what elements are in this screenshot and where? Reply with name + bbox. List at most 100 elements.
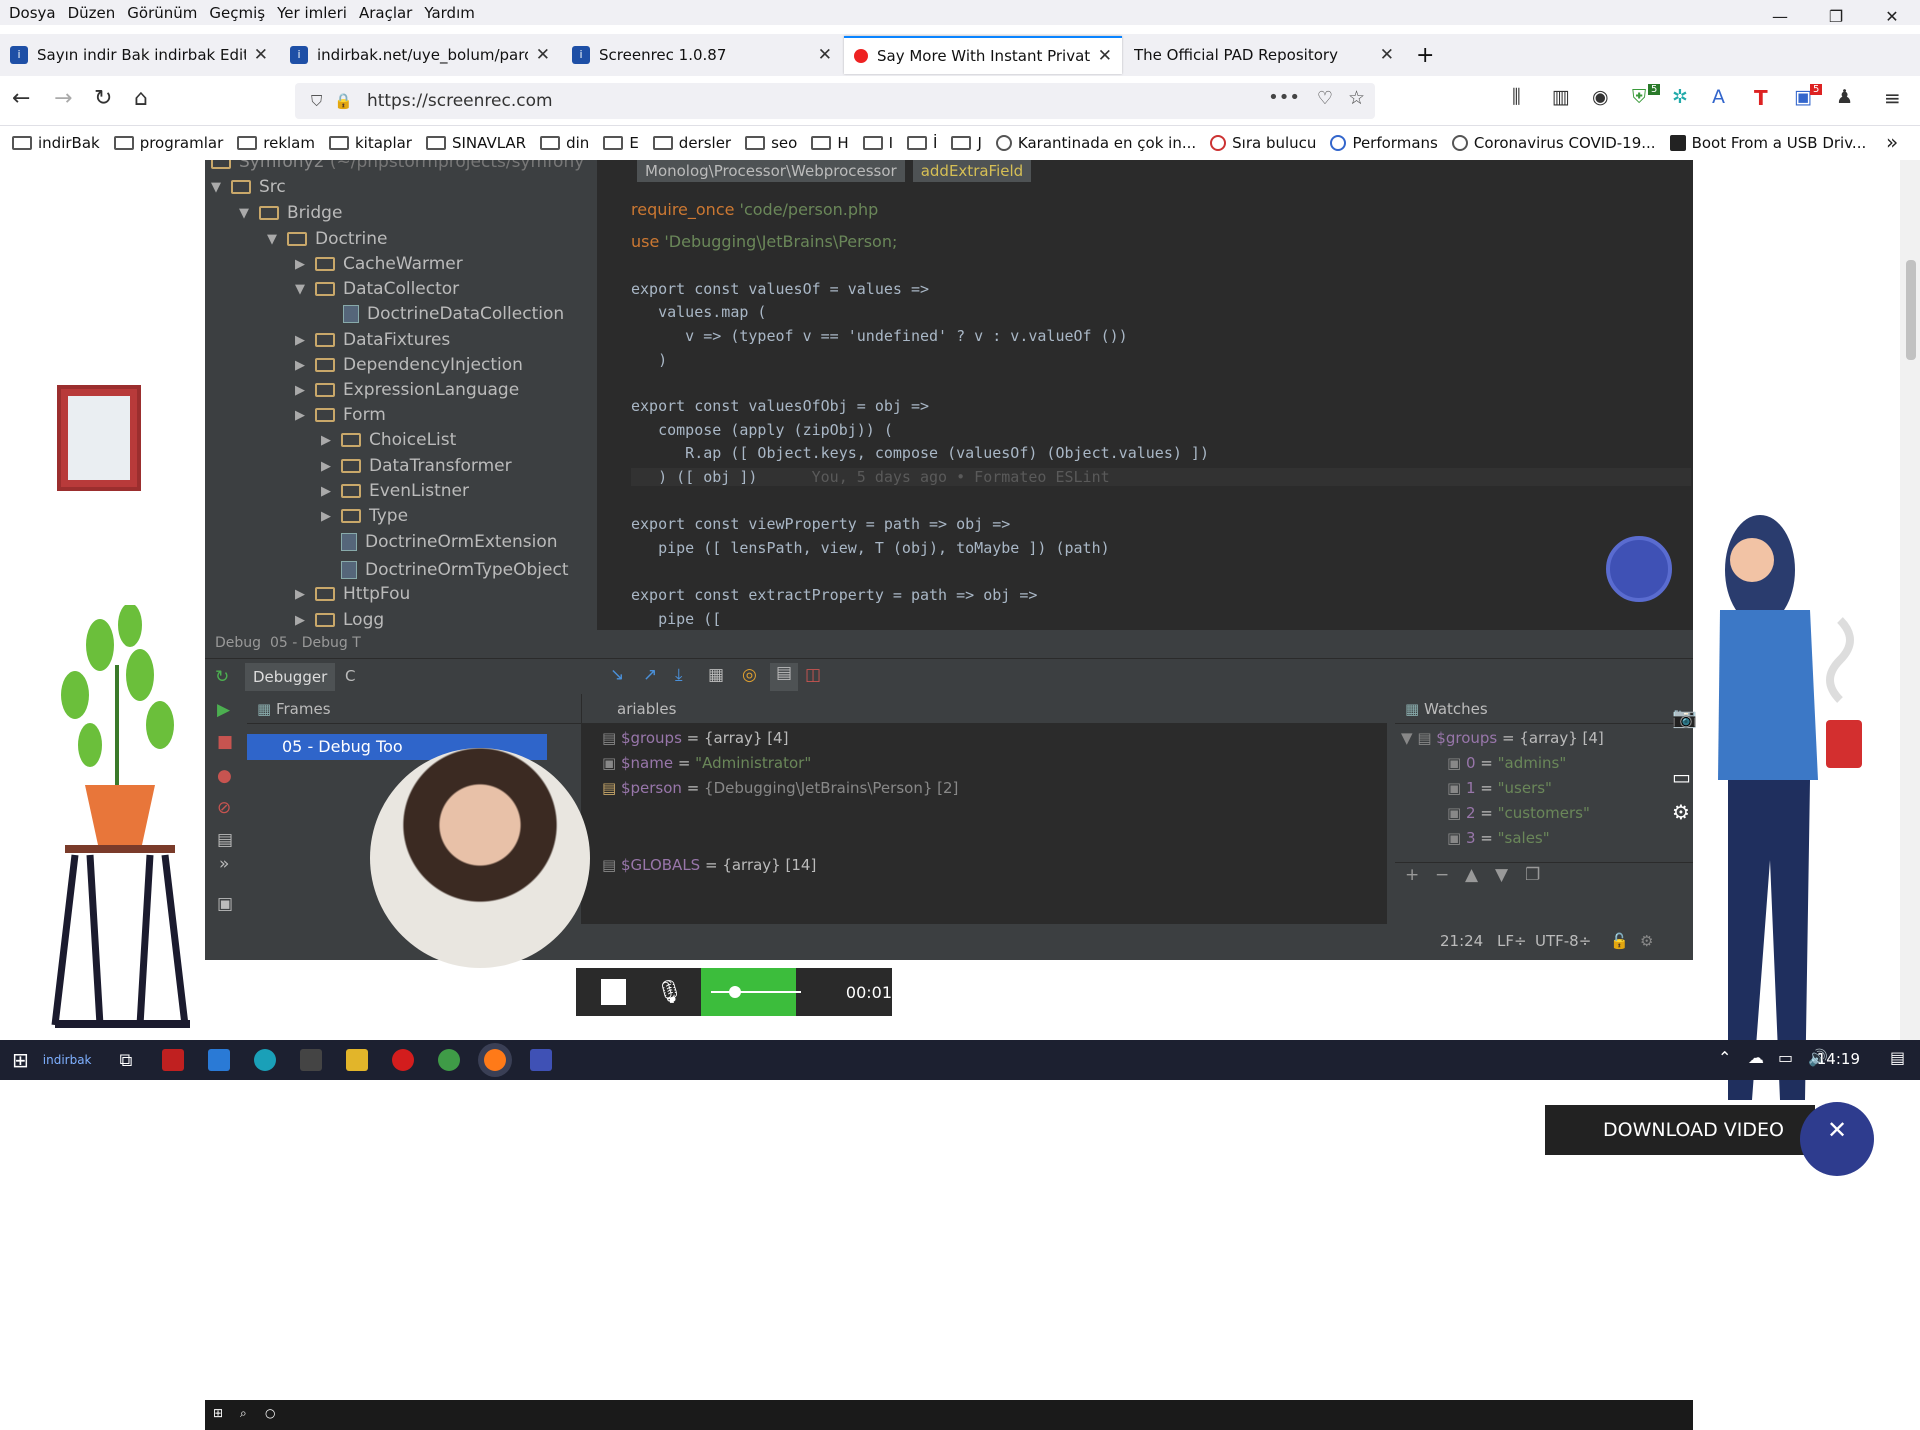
menu-view[interactable]: Görünüm [127,4,197,22]
bookmark-link[interactable]: Sıra bulucu [1210,134,1316,152]
variable-row[interactable]: ▤ $groups = {array} [4] [602,729,788,747]
sidebar-icon[interactable]: ▥ [1552,86,1570,108]
download-video-button[interactable]: DOWNLOAD VIDEO [1545,1105,1815,1155]
close-window-icon[interactable]: ✕ [1864,0,1920,34]
variable-row[interactable]: ▤ $GLOBALS = {array} [14] [602,856,816,874]
bookmark-folder[interactable]: kitaplar [329,134,412,152]
watch-icon[interactable]: ◎ [742,665,757,685]
tree-item[interactable]: ▶ DataFixtures [295,330,450,350]
close-download-icon[interactable]: ✕ [1800,1102,1874,1176]
layout-icon[interactable]: ▤ [217,830,233,850]
tree-item[interactable]: ▶ HttpFou [295,584,410,604]
menu-help[interactable]: Yardım [424,4,475,22]
restore-layout-icon[interactable]: ◫ [805,665,821,685]
watch-root[interactable]: ▼ ▤ $groups = {array} [4] [1401,729,1604,747]
bookmark-folder[interactable]: reklam [237,134,315,152]
mute-breakpoints-icon[interactable]: ⊘ [217,798,231,818]
rerun-icon[interactable]: ↻ [215,667,229,687]
tab-debugger[interactable]: Debugger [245,663,336,691]
library-icon[interactable]: ⫼ [1512,86,1521,108]
tray-chevron-icon[interactable]: ⌃ [1718,1048,1731,1067]
reload-icon[interactable]: ↻ [94,86,112,111]
evaluate-icon[interactable]: ▦ [708,665,724,685]
screenrec-logo[interactable] [1606,536,1672,602]
panel-icon[interactable]: ▣ [217,894,233,914]
move-down-icon[interactable]: ▼ [1495,865,1508,885]
bookmark-folder[interactable]: indirBak [12,134,100,152]
camera-icon[interactable]: 📷 [1672,705,1697,729]
tab-indirbak-editor[interactable]: i Sayın indir Bak indirbak Editör ✕ [0,36,278,74]
address-bar[interactable]: ⛉ 🔒 https://screenrec.com ••• ♡ ☆ [295,83,1375,119]
tree-root[interactable]: Symfony2 (~/phpstormprojects/symfony [211,160,584,172]
vcs-icon[interactable]: ⚙ [1640,932,1653,950]
store-icon[interactable] [300,1049,323,1071]
tab-screenrec[interactable]: i Screenrec 1.0.87 ✕ [562,36,842,74]
variable-row[interactable]: ▤ $person = {Debugging\JetBrains\Person}… [602,779,958,797]
menu-bookmarks[interactable]: Yer imleri [277,4,347,22]
bookmark-star-icon[interactable]: ☆ [1348,87,1365,109]
mail-icon[interactable] [208,1049,231,1071]
microphone-icon[interactable]: 🎙 [656,980,684,1005]
add-watch-icon[interactable]: + [1405,865,1419,885]
new-tab-button[interactable]: + [1406,36,1446,74]
bookmark-link[interactable]: Boot From a USB Driv... [1669,134,1866,152]
back-icon[interactable]: ← [12,86,30,111]
shield-extension-icon[interactable]: ⛨ [1632,86,1646,108]
tab-indirbak-uye[interactable]: i indirbak.net/uye_bolum/pardus ✕ [280,36,560,74]
close-tab-icon[interactable]: ✕ [818,45,832,65]
firefox-icon[interactable] [484,1049,507,1071]
hamburger-menu-icon[interactable]: ≡ [1884,86,1901,110]
resume-icon[interactable]: ▶ [217,700,230,720]
tree-item[interactable]: ▼ Doctrine [267,229,387,249]
windows-start-icon[interactable]: ⊞ [12,1048,29,1072]
bookmark-link[interactable]: Karantinada en çok in... [995,134,1196,152]
account-icon[interactable]: ◉ [1592,86,1609,108]
scrollbar-thumb[interactable] [1906,260,1916,360]
menu-history[interactable]: Geçmiş [209,4,265,22]
bookmark-folder[interactable]: seo [745,134,797,152]
page-actions-icon[interactable]: ••• [1268,87,1300,108]
watch-item[interactable]: ▣ 3 = "sales" [1447,829,1550,847]
page-scrollbar[interactable] [1900,160,1920,1040]
tree-item[interactable]: DoctrineOrmTypeObject [341,560,569,580]
url-text[interactable]: https://screenrec.com [367,91,553,111]
tab-pad-repository[interactable]: The Official PAD Repository ✕ [1124,36,1404,74]
bookmark-folder[interactable]: I [862,134,893,152]
watch-item[interactable]: ▣ 0 = "admins" [1447,754,1566,772]
bookmark-folder[interactable]: H [811,134,849,152]
bookmark-folder[interactable]: programlar [113,134,223,152]
tree-item[interactable]: ▶ Form [295,405,386,425]
slider-handle[interactable] [729,986,742,998]
run-to-cursor-icon[interactable]: ⤓ [675,665,683,685]
filezilla-icon[interactable] [162,1049,185,1071]
watch-item[interactable]: ▣ 1 = "users" [1447,779,1552,797]
settings-icon[interactable]: ⚙ [1672,800,1690,824]
battery-icon[interactable]: ▭ [1778,1048,1793,1067]
window-capture-icon[interactable]: ▭ [1672,765,1691,789]
bookmark-folder[interactable]: din [540,134,589,152]
screenrec-icon[interactable] [530,1049,553,1071]
opera-icon[interactable] [392,1049,415,1071]
tree-item[interactable]: ▶ DependencyInjection [295,355,523,375]
task-view-icon[interactable]: ⧉ [120,1050,133,1071]
debug-config[interactable]: 05 - Debug T [270,635,361,651]
bookmark-folder[interactable]: İ [907,134,937,152]
settings-toggle-icon[interactable]: ▤ [770,663,798,691]
chrome-icon[interactable] [438,1049,461,1071]
move-up-icon[interactable]: ▲ [1465,865,1478,885]
tree-item[interactable]: ▼ Src [211,177,286,197]
step-out-icon[interactable]: ↗ [643,665,657,685]
tab-console[interactable]: C [345,667,355,685]
lock-icon[interactable]: 🔓 [1610,932,1629,950]
forward-icon[interactable]: → [54,86,72,111]
close-tab-icon[interactable]: ✕ [1380,45,1394,65]
edge-icon[interactable] [254,1049,277,1071]
restore-icon[interactable]: ❐ [1808,0,1864,34]
variable-row[interactable]: ▣ $name = "Administrator" [602,754,811,772]
tree-item[interactable]: ▶ ExpressionLanguage [295,380,519,400]
file-encoding[interactable]: UTF-8÷ [1535,932,1591,950]
code-editor[interactable]: Monolog\Processor\Webprocessor addExtraF… [597,160,1693,630]
close-tab-icon[interactable]: ✕ [536,45,550,65]
copy-icon[interactable]: ❐ [1525,865,1540,885]
shield-icon[interactable]: ⛉ [311,92,322,110]
